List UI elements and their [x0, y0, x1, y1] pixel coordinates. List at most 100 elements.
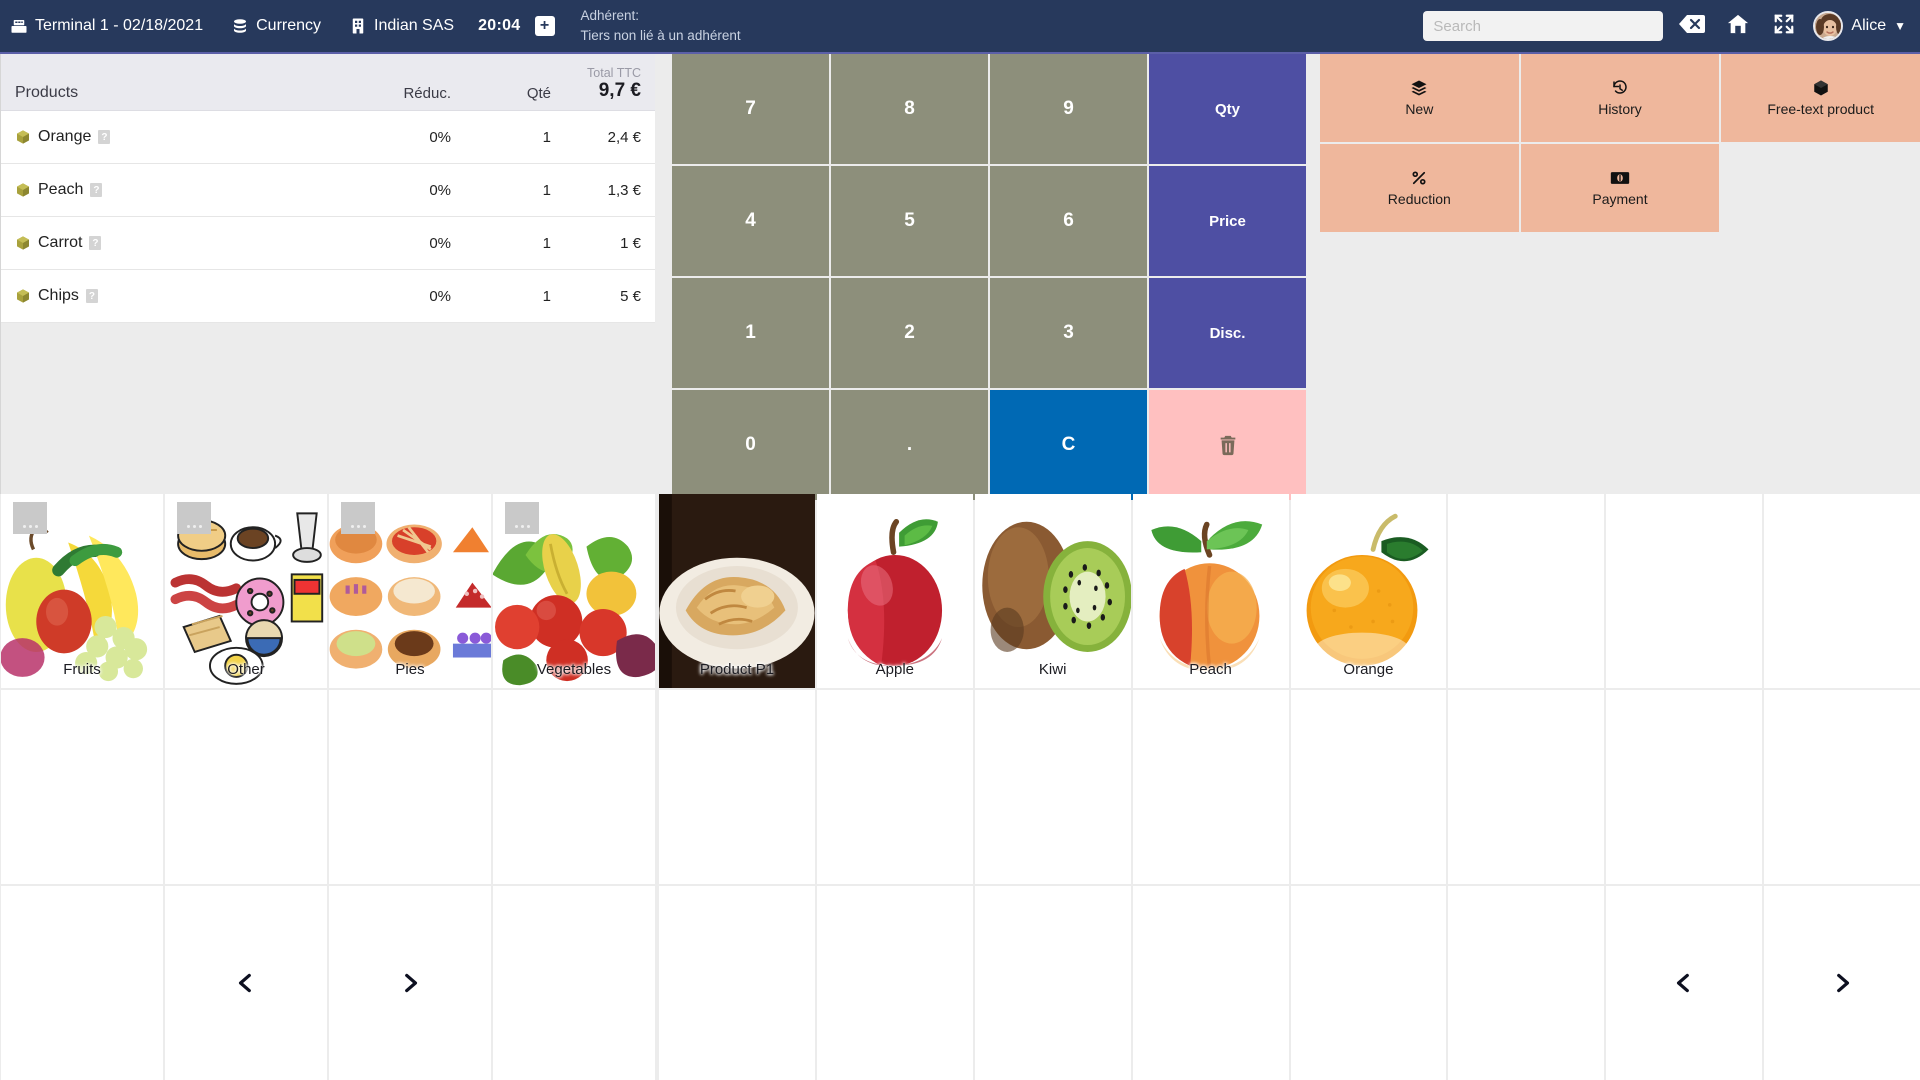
action-buttons: New History Free-text product Reduction … — [1320, 54, 1920, 232]
row-product-name: Carrot — [38, 234, 83, 251]
image-placeholder-icon — [505, 502, 539, 534]
cart-total-value: 9,7 € — [598, 80, 641, 102]
avatar — [1813, 11, 1844, 41]
category-empty-slot — [493, 886, 655, 1080]
keypad-key-1[interactable]: 1 — [672, 278, 829, 388]
keypad-key-8[interactable]: 8 — [831, 54, 988, 164]
category-tile-vegetables[interactable]: Vegetables — [493, 494, 655, 688]
coins-icon — [231, 17, 249, 35]
top-bar: Terminal 1 - 02/18/2021 Currency Indian … — [0, 0, 1920, 54]
home-icon — [1726, 13, 1750, 40]
currency-button[interactable]: Currency — [217, 0, 335, 53]
row-info-badge[interactable]: ? — [89, 236, 102, 250]
product-empty-slot — [1290, 886, 1447, 1080]
terminal-label: Terminal 1 - 02/18/2021 — [35, 17, 204, 34]
keypad-key-2[interactable]: 2 — [831, 278, 988, 388]
chevron-right-icon — [397, 968, 423, 998]
terminal-info[interactable]: Terminal 1 - 02/18/2021 — [0, 0, 217, 53]
row-reduction: 0% — [429, 234, 451, 252]
new-button[interactable]: New — [1320, 54, 1519, 142]
peach-image — [1132, 494, 1289, 688]
product-empty-slot — [1764, 494, 1920, 688]
fullscreen-button[interactable] — [1761, 0, 1807, 53]
column-quantity: Qté — [526, 85, 551, 102]
keypad-key-0[interactable]: 0 — [672, 390, 829, 500]
keypad-key-discount[interactable]: Disc. — [1149, 278, 1306, 388]
keypad-key-price[interactable]: Price — [1149, 166, 1306, 276]
search-input[interactable] — [1423, 11, 1664, 41]
cart-header: Products Réduc. Qté Total TTC 9,7 € — [1, 54, 655, 111]
category-tile-pies[interactable]: Pies — [329, 494, 491, 688]
chevron-down-icon: ▼ — [1894, 19, 1906, 33]
keypad-key-9[interactable]: 9 — [990, 54, 1147, 164]
payment-button[interactable]: Payment — [1520, 144, 1720, 232]
product-empty-slot — [816, 690, 973, 884]
keypad-key-qty[interactable]: Qty — [1149, 54, 1306, 164]
keypad-key-3[interactable]: 3 — [990, 278, 1147, 388]
table-row[interactable]: Carrot ? 0% 1 1 € — [1, 217, 655, 270]
keypad-key-decimal[interactable]: . — [831, 390, 988, 500]
user-name-label: Alice — [1851, 17, 1887, 34]
product-empty-slot — [1448, 886, 1605, 1080]
keypad-key-5[interactable]: 5 — [831, 166, 988, 276]
keypad-key-7[interactable]: 7 — [672, 54, 829, 164]
row-info-badge[interactable]: ? — [85, 289, 98, 303]
table-row[interactable]: Peach ? 0% 1 1,3 € — [1, 164, 655, 217]
row-total: 5 € — [620, 287, 641, 305]
clear-search-button[interactable] — [1669, 0, 1715, 53]
plus-icon: + — [534, 16, 555, 36]
reduction-button[interactable]: Reduction — [1320, 144, 1519, 232]
image-placeholder-icon — [13, 502, 47, 534]
product-tile-apple[interactable]: Apple — [816, 494, 973, 688]
clock-label: 20:04 — [478, 17, 521, 34]
new-label: New — [1405, 101, 1434, 117]
row-reduction: 0% — [429, 287, 451, 305]
product-empty-slot — [1290, 690, 1447, 884]
product-tile-orange[interactable]: Orange — [1290, 494, 1447, 688]
row-name-cell: Carrot ? — [15, 234, 341, 252]
product-empty-slot — [974, 690, 1131, 884]
cash-register-icon — [10, 17, 28, 35]
category-next-button[interactable] — [329, 886, 491, 1080]
table-row[interactable]: Orange ? 0% 1 2,4 € — [1, 111, 655, 164]
row-total: 1 € — [620, 234, 641, 252]
currency-label: Currency — [256, 17, 322, 34]
product-tile-product-p1[interactable]: Product P1 — [659, 494, 815, 688]
row-name-cell: Chips ? — [15, 287, 341, 305]
product-empty-slot — [1606, 494, 1763, 688]
category-tile-fruits[interactable]: Fruits — [1, 494, 163, 688]
user-menu[interactable]: Alice ▼ — [1807, 0, 1920, 53]
free-text-product-button[interactable]: Free-text product — [1721, 54, 1920, 142]
category-empty-slot — [165, 690, 327, 884]
add-button[interactable]: + — [531, 0, 559, 53]
product-tile-kiwi[interactable]: Kiwi — [974, 494, 1131, 688]
row-info-badge[interactable]: ? — [90, 183, 103, 197]
product-label: Peach — [1189, 661, 1232, 678]
category-prev-button[interactable] — [165, 886, 327, 1080]
keypad-key-delete[interactable] — [1149, 390, 1306, 500]
product-empty-slot — [1448, 690, 1605, 884]
keypad-key-4[interactable]: 4 — [672, 166, 829, 276]
keypad-key-6[interactable]: 6 — [990, 166, 1147, 276]
chevron-right-icon — [1829, 968, 1855, 998]
adherent-info: Adhérent: Tiers non lié à un adhérent — [581, 6, 741, 45]
action-empty-slot — [1721, 144, 1920, 232]
history-button[interactable]: History — [1520, 54, 1720, 142]
row-reduction: 0% — [429, 128, 451, 146]
cart-rows: Orange ? 0% 1 2,4 € Peach ? 0% 1 1,3 € C… — [1, 111, 655, 323]
home-button[interactable] — [1715, 0, 1761, 53]
row-info-badge[interactable]: ? — [98, 130, 111, 144]
product-tile-peach[interactable]: Peach — [1132, 494, 1289, 688]
category-label: Other — [227, 661, 265, 678]
company-button[interactable]: Indian SAS — [335, 0, 468, 53]
category-tile-other[interactable]: Other — [165, 494, 327, 688]
keypad-key-clear[interactable]: C — [990, 390, 1147, 500]
column-reduction: Réduc. — [403, 85, 451, 102]
cart-panel: Products Réduc. Qté Total TTC 9,7 € Oran… — [0, 54, 655, 494]
row-reduction: 0% — [429, 181, 451, 199]
table-row[interactable]: Chips ? 0% 1 5 € — [1, 270, 655, 323]
product-prev-button[interactable] — [1606, 886, 1763, 1080]
product-next-button[interactable] — [1764, 886, 1920, 1080]
adherent-label: Adhérent: — [580, 8, 640, 24]
banknote-icon — [1610, 169, 1630, 187]
